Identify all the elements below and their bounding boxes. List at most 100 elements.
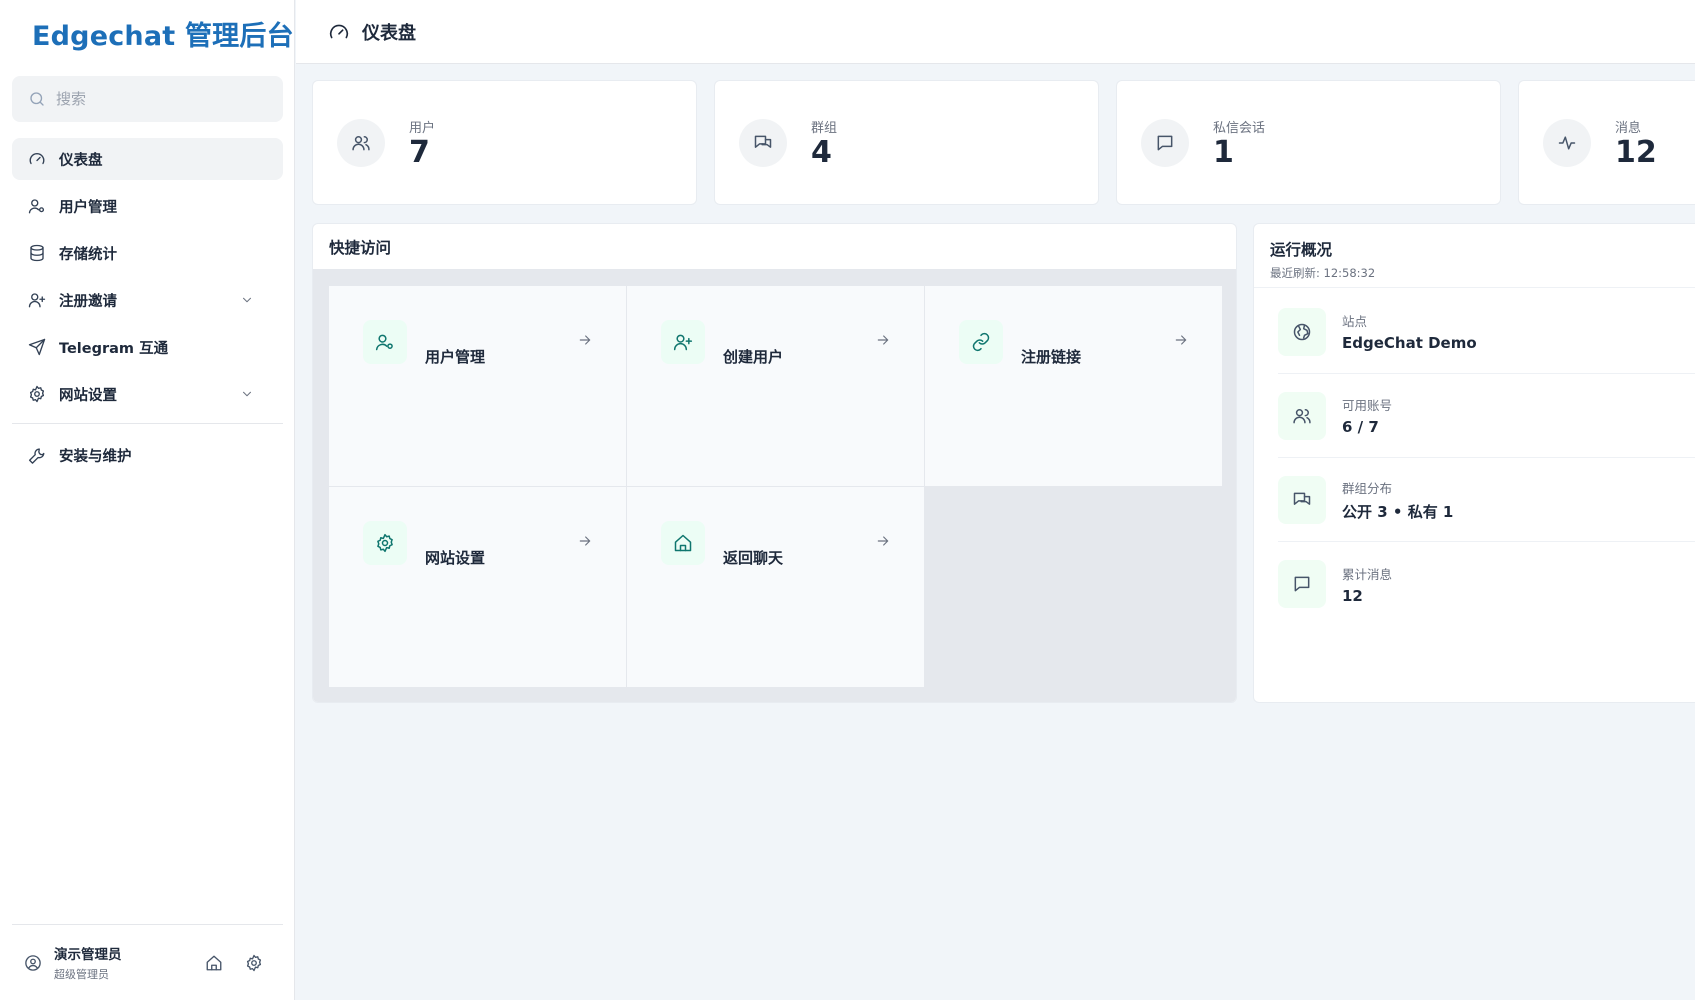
sidebar-item-label: 仪表盘	[59, 152, 103, 169]
home-icon[interactable]	[205, 954, 223, 972]
tile-arrow	[875, 332, 891, 348]
tile-icon-wrap	[959, 320, 1003, 364]
user-plus-icon	[28, 293, 46, 308]
overview-icon-wrap	[1278, 391, 1326, 440]
last-refreshed: 最近刷新: 12:58:32	[1270, 266, 1376, 280]
topbar: 仪表盘	[296, 0, 1695, 64]
stat-value: 7	[409, 134, 430, 170]
tile-icon-wrap	[661, 521, 705, 565]
search-icon	[30, 92, 44, 106]
stat-icon-wrap	[337, 118, 385, 167]
quick-tile-create-user[interactable]: 创建用户	[627, 286, 924, 486]
quick-access-grid: 用户管理 创建用户 注册链接 网站设置 返回聊天	[313, 269, 1236, 702]
quick-tile-invite-links[interactable]: 注册链接	[925, 286, 1222, 486]
overview-label: 群组分布	[1342, 480, 1393, 496]
gauge-icon	[329, 24, 349, 38]
overview-panel: 运行概况 最近刷新: 12:58:32 站点 EdgeChat Demo 可用账…	[1253, 223, 1695, 703]
gear-icon	[377, 533, 393, 553]
arrow-right-icon	[1175, 335, 1187, 345]
stat-icon-wrap	[1543, 118, 1591, 167]
overview-header: 运行概况 最近刷新: 12:58:32	[1254, 224, 1695, 288]
sidebar-nav: 仪表盘 用户管理 存储统计 注册邀请 Telegram 互通 网站设置 安装与维…	[12, 138, 283, 481]
tile-label: 返回聊天	[723, 549, 784, 567]
stat-label: 群组	[811, 120, 838, 136]
overview-row-site: 站点 EdgeChat Demo	[1278, 290, 1695, 374]
tile-icon-wrap	[363, 320, 407, 364]
user-cog-icon	[28, 199, 45, 214]
users-icon	[1293, 408, 1311, 423]
tile-label: 网站设置	[425, 549, 486, 567]
search-box[interactable]	[12, 76, 283, 122]
sidebar-footer: 演示管理员 超级管理员	[12, 924, 283, 1000]
sidebar-item-label: 用户管理	[59, 199, 117, 216]
globe-icon	[1293, 323, 1311, 340]
database-icon	[30, 244, 44, 262]
stat-value: 12	[1615, 134, 1657, 170]
send-icon	[28, 338, 46, 356]
current-user: 演示管理员 超级管理员	[54, 943, 183, 982]
overview-value: 公开 3 • 私有 1	[1342, 502, 1454, 521]
page-title: 仪表盘	[362, 22, 416, 44]
sidebar-item-label: 注册邀请	[59, 293, 117, 310]
sidebar-item-label: 存储统计	[59, 246, 117, 263]
home-icon	[674, 534, 692, 552]
arrow-right-icon	[579, 335, 591, 345]
user-role: 超级管理员	[54, 968, 109, 981]
message-icon	[1294, 576, 1310, 592]
sidebar-item-storage[interactable]: 存储统计	[12, 232, 283, 274]
overview-label: 站点	[1342, 314, 1368, 329]
message-icon	[1157, 135, 1173, 150]
sidebar-item-dashboard[interactable]: 仪表盘	[12, 138, 283, 180]
chats-icon	[1293, 492, 1311, 505]
stat-icon-wrap	[1141, 118, 1189, 167]
overview-value: 6 / 7	[1342, 418, 1379, 436]
users-icon	[352, 135, 370, 150]
stat-card-direct-messages: 私信会话 1	[1116, 80, 1501, 205]
sidebar-item-maintenance[interactable]: 安装与维护	[12, 434, 283, 476]
brand-title: Edgechat 管理后台	[32, 21, 294, 52]
tile-arrow	[1173, 332, 1189, 348]
stat-card-messages: 消息 12	[1518, 80, 1695, 205]
sidebar-item-telegram[interactable]: Telegram 互通	[12, 326, 283, 368]
tile-arrow	[577, 533, 593, 549]
quick-tile-user-management[interactable]: 用户管理	[329, 286, 626, 486]
tile-label: 注册链接	[1021, 348, 1082, 366]
sidebar: Edgechat 管理后台 仪表盘 用户管理 存储统计 注册邀请 Telegra…	[0, 0, 295, 1000]
chevron-down-icon[interactable]	[240, 293, 254, 307]
overview-value: EdgeChat Demo	[1342, 334, 1477, 352]
stat-label: 消息	[1615, 120, 1642, 136]
user-circle-icon	[25, 954, 41, 971]
quick-access-title: 快捷访问	[329, 238, 392, 257]
wrench-icon	[28, 448, 45, 464]
overview-row-groups: 群组分布 公开 3 • 私有 1	[1278, 458, 1695, 542]
stat-label: 私信会话	[1213, 120, 1266, 136]
tile-arrow	[875, 533, 891, 549]
overview-icon-wrap	[1278, 475, 1326, 524]
stat-value: 4	[811, 134, 832, 170]
tile-icon-wrap	[363, 521, 407, 565]
quick-tile-back-to-chat[interactable]: 返回聊天	[627, 487, 924, 687]
quick-tile-site-settings[interactable]: 网站设置	[329, 487, 626, 687]
user-plus-icon	[673, 334, 693, 351]
sidebar-item-invites[interactable]: 注册邀请	[12, 279, 283, 321]
user-cog-icon	[375, 334, 393, 351]
tile-arrow	[577, 332, 593, 348]
activity-icon	[1558, 135, 1576, 150]
overview-icon-wrap	[1278, 307, 1326, 356]
stat-icon-wrap	[739, 118, 787, 167]
sidebar-item-label: 安装与维护	[59, 448, 132, 465]
search-input[interactable]	[56, 90, 256, 108]
user-name: 演示管理员	[54, 947, 122, 963]
sidebar-item-label: 网站设置	[59, 387, 117, 404]
quick-access-panel: 快捷访问 用户管理 创建用户 注册链接 网站设置 返回聊天	[312, 223, 1237, 703]
arrow-right-icon	[877, 536, 889, 546]
stat-value: 1	[1213, 134, 1234, 170]
chevron-down-icon[interactable]	[240, 387, 254, 401]
sidebar-item-users[interactable]: 用户管理	[12, 185, 283, 227]
sidebar-item-site-settings[interactable]: 网站设置	[12, 373, 283, 415]
tile-icon-wrap	[661, 320, 705, 364]
nav-divider	[12, 423, 283, 424]
link-icon	[972, 332, 990, 352]
overview-title: 运行概况	[1270, 241, 1333, 259]
gear-icon[interactable]	[245, 954, 263, 972]
